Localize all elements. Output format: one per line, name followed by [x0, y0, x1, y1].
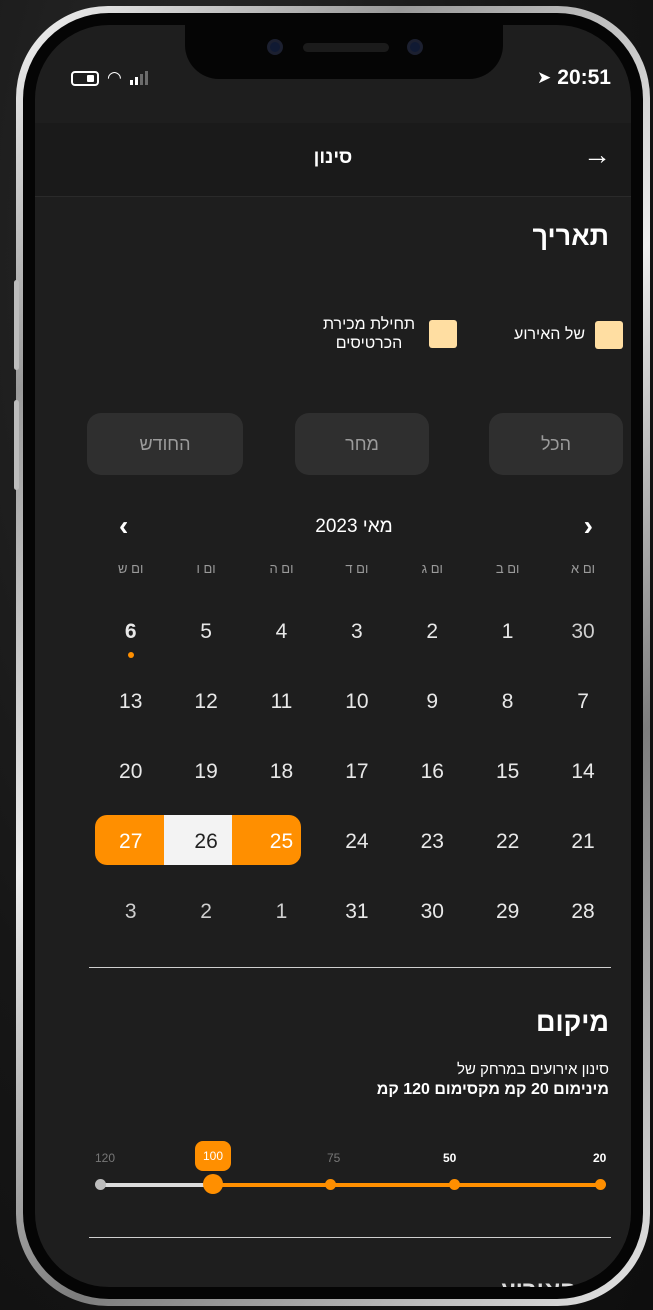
calendar-day[interactable]: 13: [93, 680, 168, 724]
section-divider: [89, 967, 611, 968]
slider-track-inactive: [101, 1183, 213, 1187]
calendar-day[interactable]: 24: [319, 820, 394, 864]
calendar-day[interactable]: 8: [470, 680, 545, 724]
status-time: 20:51: [557, 66, 611, 89]
month-label: מאי 2023: [315, 516, 393, 537]
battery-icon: [71, 70, 99, 86]
calendar-day[interactable]: 20: [93, 750, 168, 794]
slider-value-bubble: 100: [195, 1141, 231, 1171]
weekday-label: ום ה: [269, 561, 294, 576]
calendar-day[interactable]: 11: [244, 680, 319, 724]
calendar-day[interactable]: 17: [319, 750, 394, 794]
slider-label-min: 20: [593, 1151, 607, 1165]
calendar-day[interactable]: 29: [470, 890, 545, 934]
slider-tick: [449, 1179, 460, 1190]
slider-label-max: 120: [95, 1151, 116, 1165]
slider-label: 75: [327, 1151, 341, 1165]
weekday-label: ום ו: [196, 561, 216, 576]
calendar-day[interactable]: 16: [395, 750, 470, 794]
slider-tick: [325, 1179, 336, 1190]
date-section-title: תאריך: [532, 221, 609, 251]
weekday-label: ום ב: [495, 561, 520, 576]
calendar-day[interactable]: 30: [395, 890, 470, 934]
location-section-title: מיקום: [536, 1007, 609, 1037]
calendar-week: 13 12 11 10 9 8 7: [93, 667, 621, 737]
slider-track-active[interactable]: [213, 1183, 601, 1187]
calendar-day-today[interactable]: 6: [93, 610, 168, 658]
weekday-header: ום ש ום ו ום ה ום ד ום ג ום ב ום א: [93, 555, 621, 583]
wifi-icon: ◠: [107, 68, 122, 87]
volume-down-button: [14, 400, 19, 490]
checkbox-ticket-sale[interactable]: תחילת מכירת הכרטיסים: [319, 315, 457, 353]
filter-tomorrow-button[interactable]: מחר: [295, 413, 429, 475]
slider-tick: [95, 1179, 106, 1190]
calendar-day[interactable]: 10: [319, 680, 394, 724]
volume-up-button: [14, 280, 19, 370]
calendar-day[interactable]: 18: [244, 750, 319, 794]
app-screen: ◠ ➤ 20:51 סינון → תאריך של האירוע תחילת: [35, 25, 631, 1287]
calendar-grid: ום ש ום ו ום ה ום ד ום ג ום ב ום א 6 5 4…: [93, 555, 621, 947]
slider-thumb[interactable]: [203, 1174, 223, 1194]
weekday-label: ום ד: [345, 561, 369, 576]
calendar-day[interactable]: 2: [168, 890, 243, 934]
weekday-label: ום ג: [421, 561, 443, 576]
calendar-week: 3 2 1 31 30 29 28: [93, 877, 621, 947]
location-description: סינון אירועים במרחק של: [456, 1061, 609, 1078]
calendar-day[interactable]: 15: [470, 750, 545, 794]
calendar-week: 20 19 18 17 16 15 14: [93, 737, 621, 807]
calendar-day[interactable]: 1: [244, 890, 319, 934]
checkbox-label: של האירוע: [514, 326, 585, 343]
checkbox-box[interactable]: [595, 321, 623, 349]
calendar-day[interactable]: 14: [545, 750, 620, 794]
calendar-day[interactable]: 22: [470, 820, 545, 864]
section-divider: [89, 1237, 611, 1238]
calendar-day[interactable]: 4: [244, 610, 319, 654]
calendar-day[interactable]: 5: [168, 610, 243, 654]
month-nav: ‹ מאי 2023 ›: [93, 508, 615, 548]
sensor-icon: [407, 39, 423, 55]
checkbox-event-date[interactable]: של האירוע: [514, 321, 623, 349]
arrow-right-icon[interactable]: →: [583, 139, 611, 171]
calendar-day[interactable]: 9: [395, 680, 470, 724]
checkbox-box[interactable]: [429, 320, 457, 349]
speaker: [303, 43, 389, 52]
chevron-right-icon[interactable]: ›: [584, 510, 593, 542]
location-arrow-icon: ➤: [537, 68, 552, 87]
calendar-day[interactable]: 2: [395, 610, 470, 654]
calendar-day-range-middle[interactable]: 26: [168, 820, 243, 864]
top-bar: סינון →: [35, 123, 631, 197]
checkbox-label: תחילת מכירת הכרטיסים: [322, 316, 416, 353]
calendar-day-range-start[interactable]: 25: [244, 820, 319, 864]
calendar-week: 6 5 4 3 2 1 30: [93, 597, 621, 667]
filter-all-button[interactable]: הכל: [489, 413, 623, 475]
calendar-day[interactable]: 30: [545, 610, 620, 654]
calendar-day[interactable]: 7: [545, 680, 620, 724]
slider-label: 50: [443, 1151, 457, 1165]
calendar-day[interactable]: 12: [168, 680, 243, 724]
camera-icon: [267, 39, 283, 55]
notch: [185, 25, 503, 79]
calendar-day[interactable]: 31: [319, 890, 394, 934]
calendar-day[interactable]: 19: [168, 750, 243, 794]
status-icons: ◠: [71, 63, 148, 93]
phone-frame: ◠ ➤ 20:51 סינון → תאריך של האירוע תחילת: [16, 6, 650, 1306]
calendar-day[interactable]: 28: [545, 890, 620, 934]
weekday-label: ום א: [571, 561, 596, 576]
calendar-day[interactable]: 3: [93, 890, 168, 934]
signal-icon: [129, 71, 148, 85]
weekday-label: ום ש: [118, 561, 144, 576]
calendar-week: 27 26 25 24 23 22 21: [93, 807, 621, 877]
status-clock: ➤ 20:51: [537, 63, 611, 93]
calendar-day[interactable]: 21: [545, 820, 620, 864]
event-dot-icon: [127, 652, 134, 658]
page-title: סינון: [313, 147, 353, 168]
next-section-title: ר האירוע: [501, 1277, 597, 1287]
filter-month-button[interactable]: החודש: [87, 413, 243, 475]
calendar-day-range-end[interactable]: 27: [93, 820, 168, 864]
calendar-day[interactable]: 1: [470, 610, 545, 654]
calendar-day[interactable]: 23: [395, 820, 470, 864]
location-range-text: מינימום 20 קמ מקסימום 120 קמ: [376, 1081, 609, 1098]
calendar-day[interactable]: 3: [319, 610, 394, 654]
slider-tick: [595, 1179, 606, 1190]
